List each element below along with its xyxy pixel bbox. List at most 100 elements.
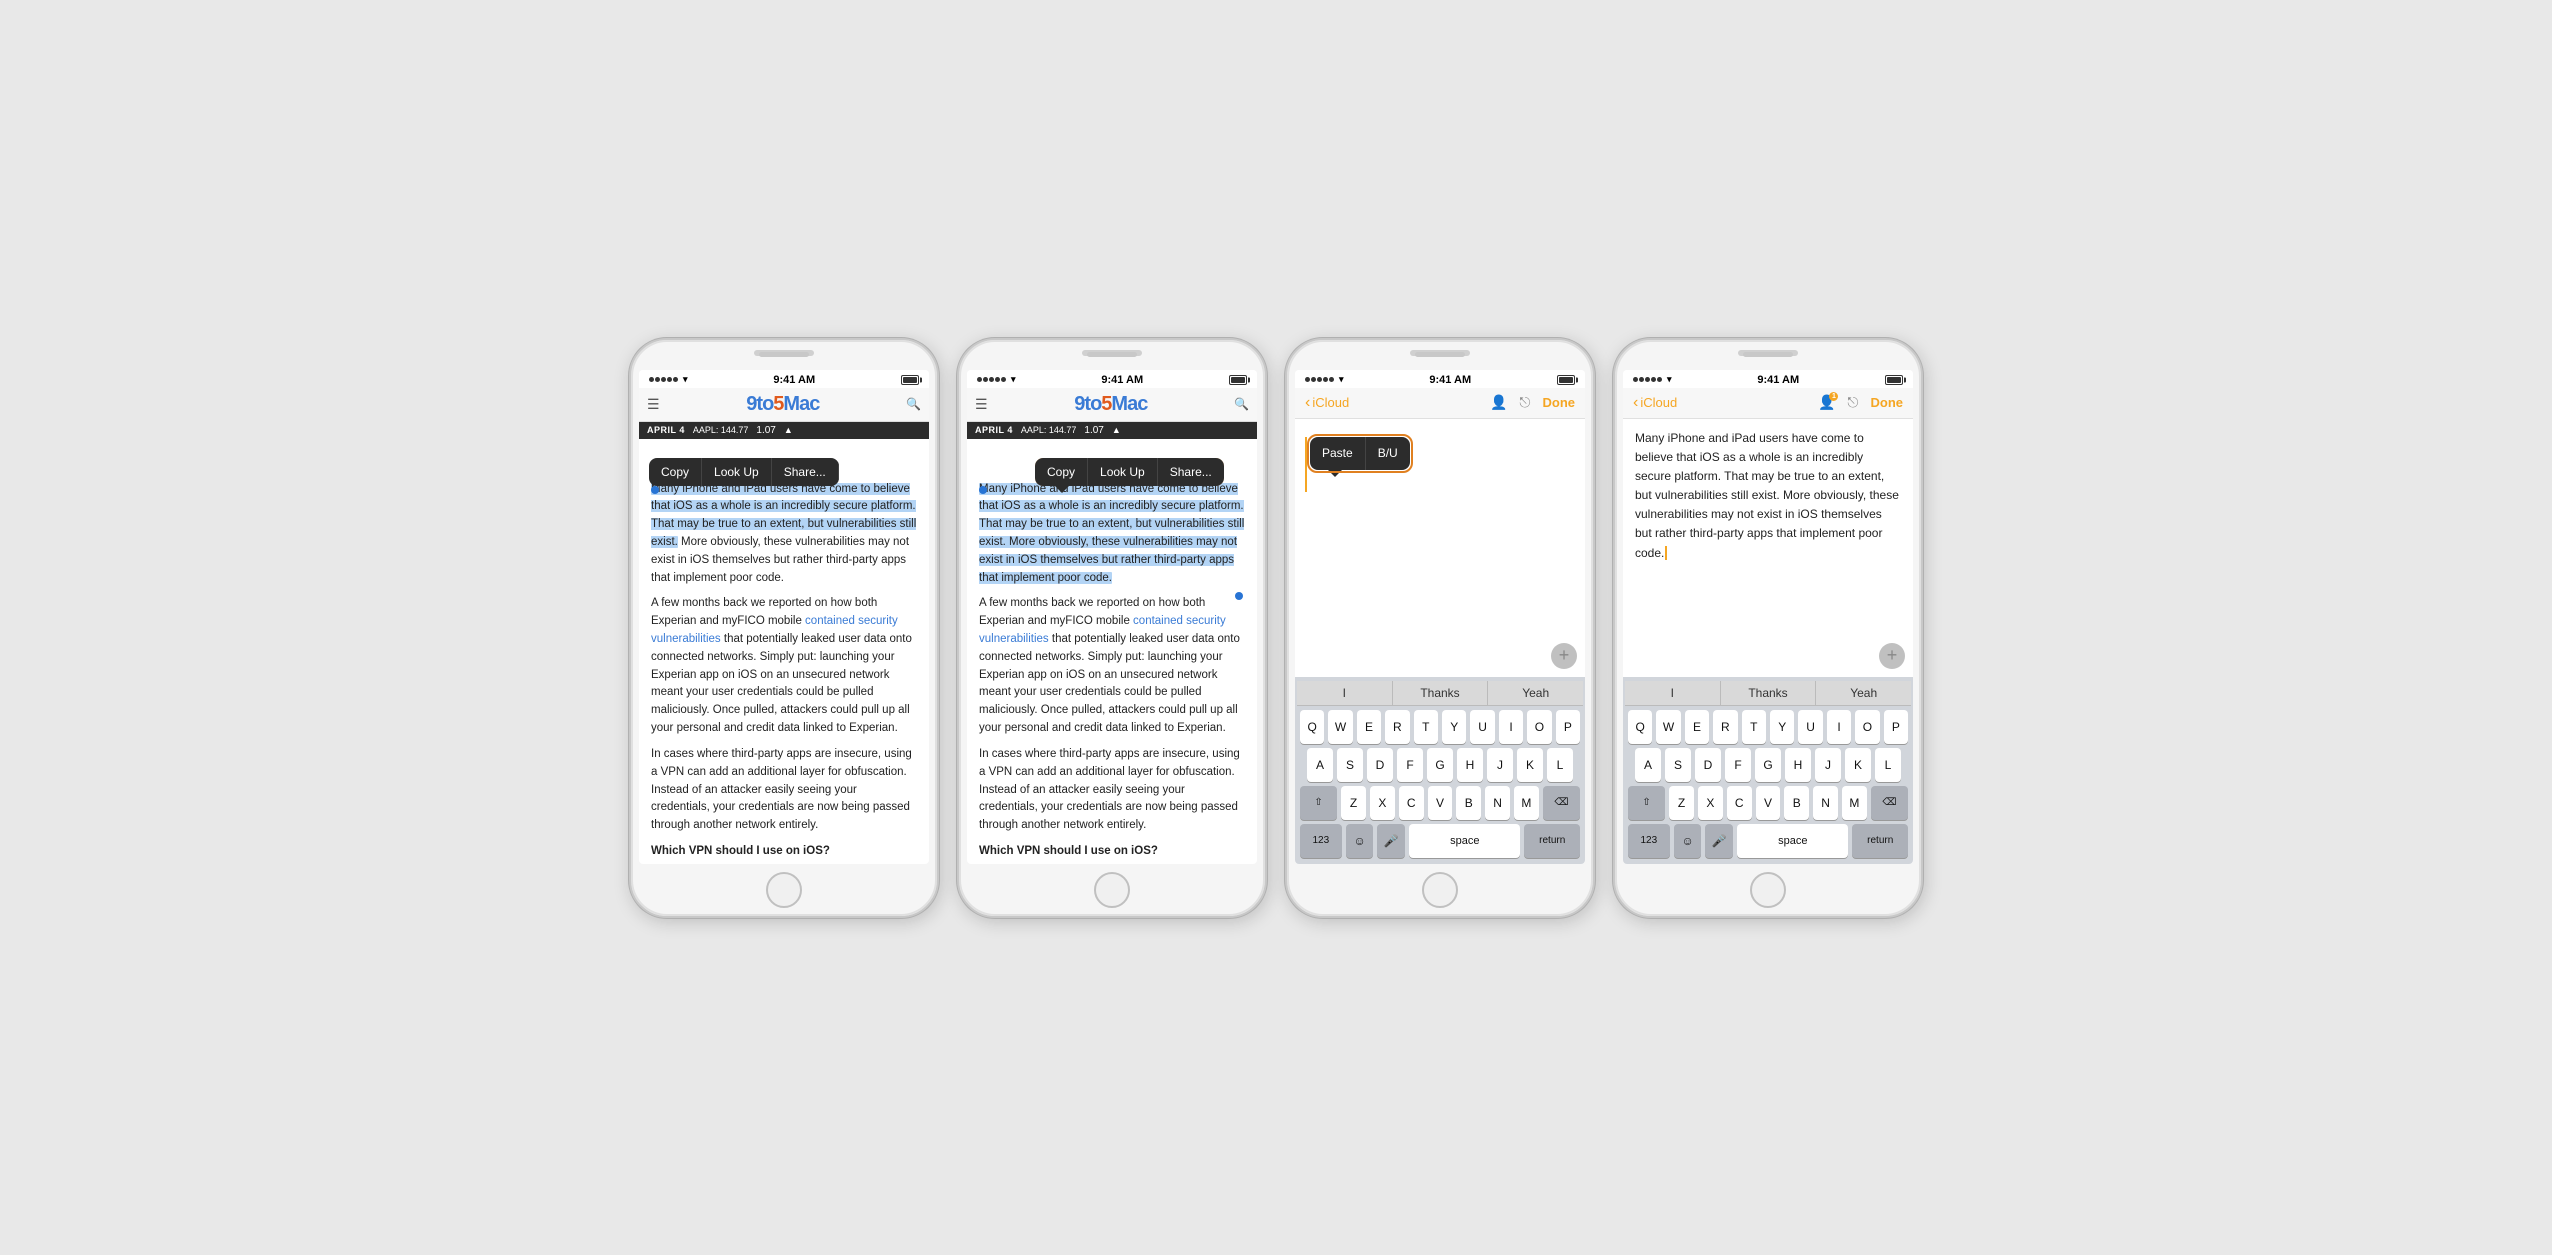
key-m-3[interactable]: M (1514, 786, 1539, 820)
key-y-3[interactable]: Y (1442, 710, 1466, 744)
suggestion-yeah-3[interactable]: Yeah (1488, 681, 1583, 705)
search-icon-2[interactable]: 🔍 (1234, 397, 1249, 411)
key-123-3[interactable]: 123 (1300, 824, 1342, 858)
key-r-4[interactable]: R (1713, 710, 1737, 744)
paste-button-3[interactable]: Paste (1310, 437, 1366, 470)
key-g-3[interactable]: G (1427, 748, 1453, 782)
key-a-4[interactable]: A (1635, 748, 1661, 782)
key-e-4[interactable]: E (1685, 710, 1709, 744)
done-button-3[interactable]: Done (1543, 395, 1576, 410)
key-return-3[interactable]: return (1524, 824, 1580, 858)
key-123-4[interactable]: 123 (1628, 824, 1670, 858)
hamburger-icon-2[interactable]: ☰ (975, 396, 988, 413)
home-button-3[interactable] (1422, 872, 1458, 908)
notes-content-4[interactable]: Many iPhone and iPad users have come to … (1623, 419, 1913, 677)
key-t-3[interactable]: T (1414, 710, 1438, 744)
key-u-4[interactable]: U (1798, 710, 1822, 744)
key-d-3[interactable]: D (1367, 748, 1393, 782)
key-h-4[interactable]: H (1785, 748, 1811, 782)
biu-button-3[interactable]: B/U (1366, 437, 1410, 470)
key-p-3[interactable]: P (1556, 710, 1580, 744)
share-button-2[interactable]: Share... (1158, 458, 1224, 486)
key-space-3[interactable]: space (1409, 824, 1520, 858)
home-button-1[interactable] (766, 872, 802, 908)
suggestion-yeah-4[interactable]: Yeah (1816, 681, 1911, 705)
notes-back-3[interactable]: ‹ iCloud (1305, 394, 1349, 412)
key-p-4[interactable]: P (1884, 710, 1908, 744)
key-t-4[interactable]: T (1742, 710, 1766, 744)
copy-button-2[interactable]: Copy (1035, 458, 1088, 486)
suggestion-thanks-3[interactable]: Thanks (1393, 681, 1489, 705)
share-icon-4[interactable]: ⎋ (1847, 394, 1858, 411)
key-mic-3[interactable]: 🎤 (1377, 824, 1405, 858)
key-backspace-4[interactable]: ⌫ (1871, 786, 1908, 820)
key-shift-4[interactable]: ⇧ (1628, 786, 1665, 820)
home-button-2[interactable] (1094, 872, 1130, 908)
suggestion-thanks-4[interactable]: Thanks (1721, 681, 1817, 705)
notes-back-4[interactable]: ‹ iCloud (1633, 394, 1677, 412)
key-b-4[interactable]: B (1784, 786, 1809, 820)
share-button-1[interactable]: Share... (772, 458, 839, 486)
copy-button-1[interactable]: Copy (649, 458, 702, 486)
key-h-3[interactable]: H (1457, 748, 1483, 782)
key-a-3[interactable]: A (1307, 748, 1333, 782)
article-link-2[interactable]: contained security vulnerabilities (979, 615, 1226, 645)
search-icon-1[interactable]: 🔍 (906, 397, 921, 411)
key-o-3[interactable]: O (1527, 710, 1551, 744)
key-o-4[interactable]: O (1855, 710, 1879, 744)
key-x-4[interactable]: X (1698, 786, 1723, 820)
key-v-3[interactable]: V (1428, 786, 1453, 820)
key-u-3[interactable]: U (1470, 710, 1494, 744)
key-emoji-4[interactable]: ☺ (1674, 824, 1702, 858)
key-i-4[interactable]: I (1827, 710, 1851, 744)
person-icon-3[interactable]: 👤 (1490, 394, 1507, 411)
person-icon-4[interactable]: 👤1 (1818, 394, 1835, 411)
key-i-3[interactable]: I (1499, 710, 1523, 744)
key-c-4[interactable]: C (1727, 786, 1752, 820)
key-n-4[interactable]: N (1813, 786, 1838, 820)
key-z-4[interactable]: Z (1669, 786, 1694, 820)
key-r-3[interactable]: R (1385, 710, 1409, 744)
key-b-3[interactable]: B (1456, 786, 1481, 820)
key-w-3[interactable]: W (1328, 710, 1352, 744)
key-l-3[interactable]: L (1547, 748, 1573, 782)
key-k-4[interactable]: K (1845, 748, 1871, 782)
key-shift-3[interactable]: ⇧ (1300, 786, 1337, 820)
key-space-4[interactable]: space (1737, 824, 1848, 858)
lookup-button-2[interactable]: Look Up (1088, 458, 1158, 486)
key-f-3[interactable]: F (1397, 748, 1423, 782)
article-link-1[interactable]: contained security vulnerabilities (651, 615, 898, 645)
key-l-4[interactable]: L (1875, 748, 1901, 782)
key-k-3[interactable]: K (1517, 748, 1543, 782)
key-return-4[interactable]: return (1852, 824, 1908, 858)
key-emoji-3[interactable]: ☺ (1346, 824, 1374, 858)
key-n-3[interactable]: N (1485, 786, 1510, 820)
hamburger-icon-1[interactable]: ☰ (647, 396, 660, 413)
key-e-3[interactable]: E (1357, 710, 1381, 744)
plus-button-3[interactable]: + (1551, 643, 1577, 669)
key-w-4[interactable]: W (1656, 710, 1680, 744)
suggestion-i-3[interactable]: I (1297, 681, 1393, 705)
key-c-3[interactable]: C (1399, 786, 1424, 820)
key-j-3[interactable]: J (1487, 748, 1513, 782)
key-d-4[interactable]: D (1695, 748, 1721, 782)
key-s-3[interactable]: S (1337, 748, 1363, 782)
done-button-4[interactable]: Done (1871, 395, 1904, 410)
share-icon-3[interactable]: ⎋ (1519, 394, 1530, 411)
notes-content-3[interactable]: Paste B/U + (1295, 419, 1585, 677)
lookup-button-1[interactable]: Look Up (702, 458, 772, 486)
key-s-4[interactable]: S (1665, 748, 1691, 782)
suggestion-i-4[interactable]: I (1625, 681, 1721, 705)
key-mic-4[interactable]: 🎤 (1705, 824, 1733, 858)
key-m-4[interactable]: M (1842, 786, 1867, 820)
key-z-3[interactable]: Z (1341, 786, 1366, 820)
key-v-4[interactable]: V (1756, 786, 1781, 820)
key-q-3[interactable]: Q (1300, 710, 1324, 744)
key-g-4[interactable]: G (1755, 748, 1781, 782)
key-x-3[interactable]: X (1370, 786, 1395, 820)
key-backspace-3[interactable]: ⌫ (1543, 786, 1580, 820)
home-button-4[interactable] (1750, 872, 1786, 908)
key-q-4[interactable]: Q (1628, 710, 1652, 744)
key-y-4[interactable]: Y (1770, 710, 1794, 744)
key-j-4[interactable]: J (1815, 748, 1841, 782)
